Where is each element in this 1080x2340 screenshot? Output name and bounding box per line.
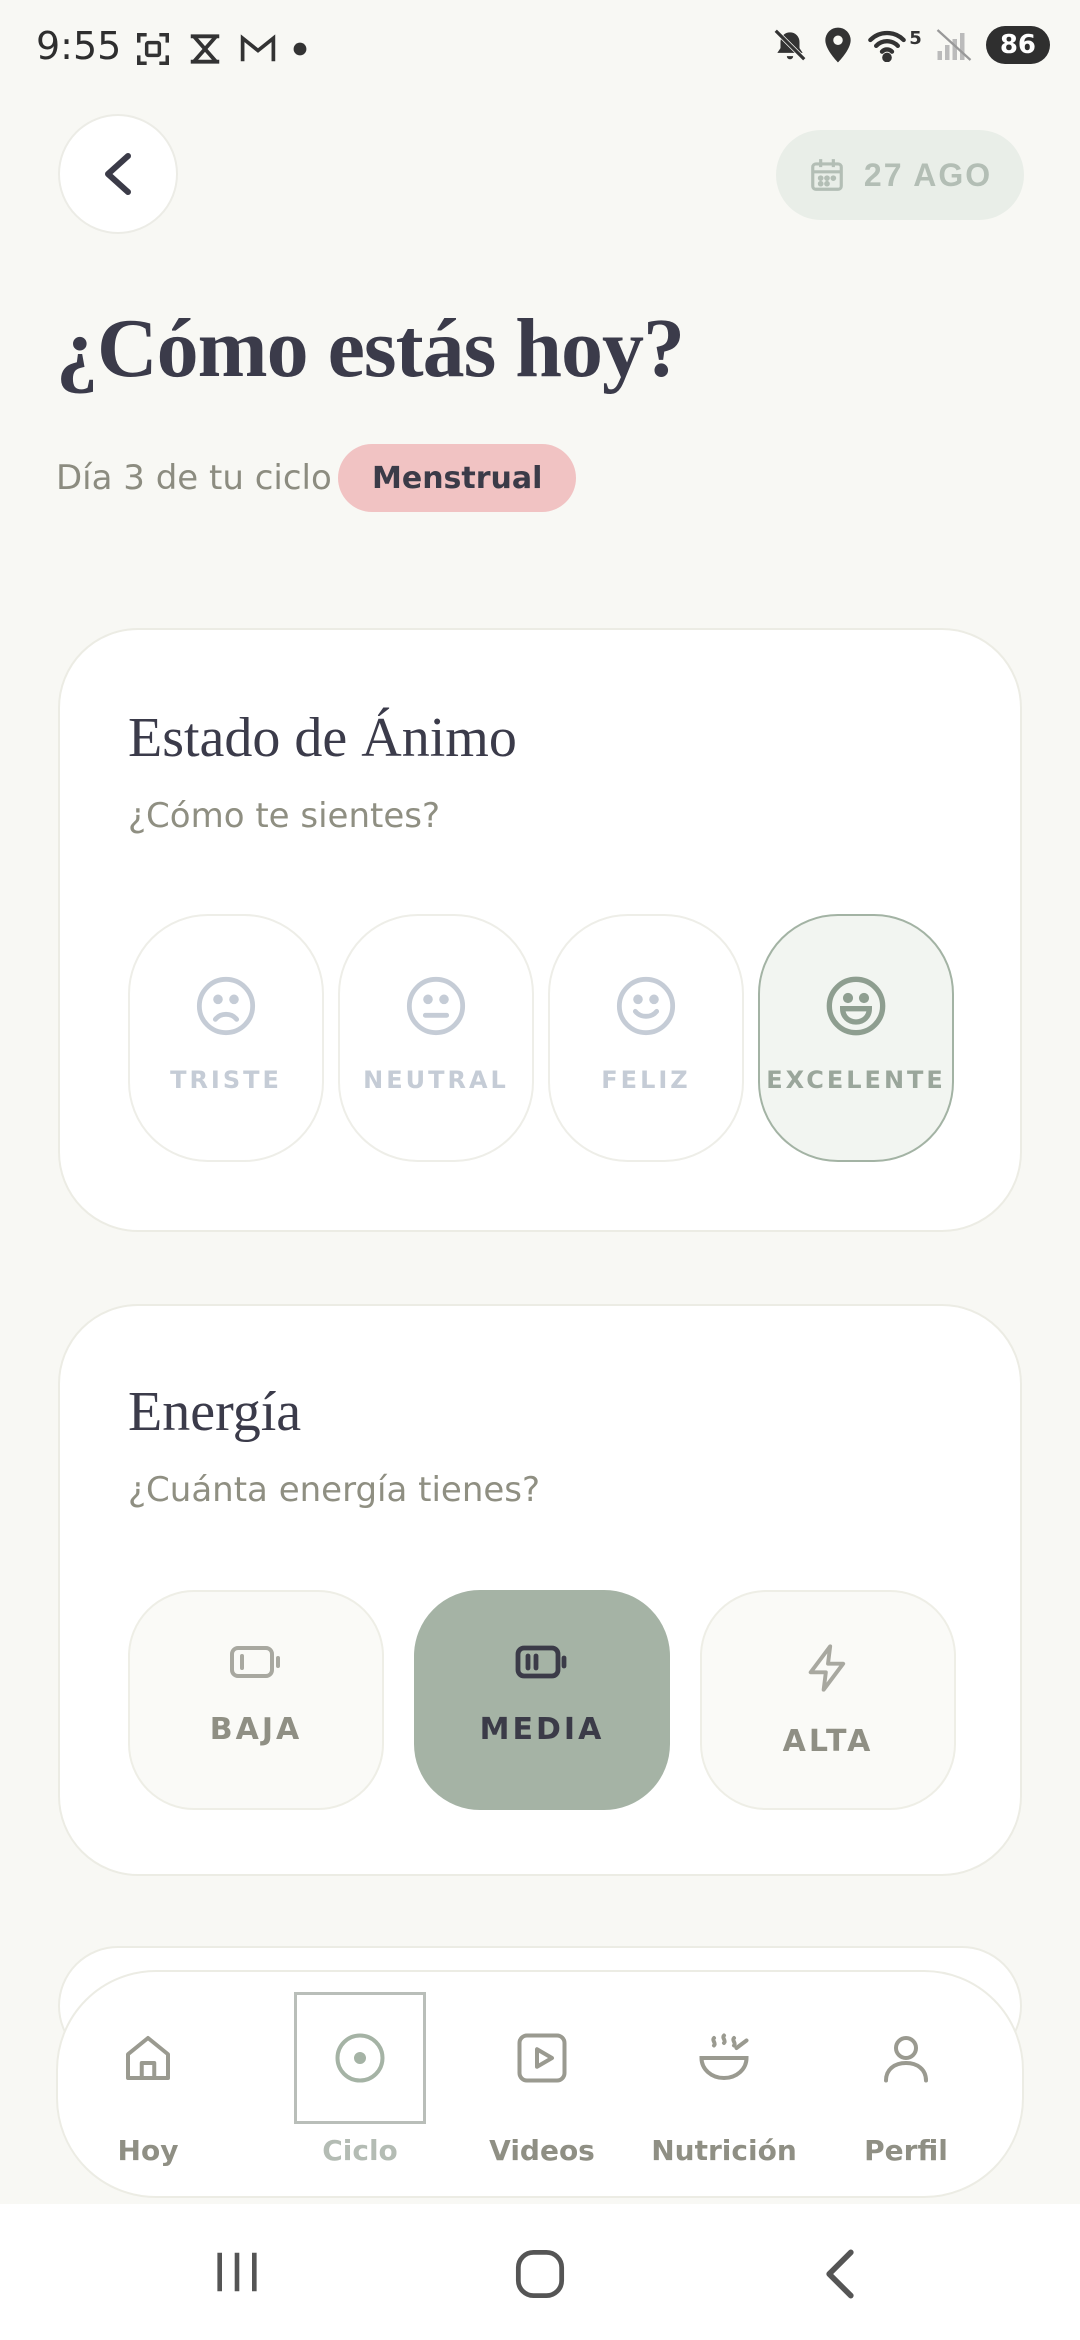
mood-option-feliz[interactable]: FELIZ xyxy=(548,914,744,1162)
neutral-face-icon xyxy=(406,976,466,1036)
status-right: 5 86 xyxy=(771,26,1050,64)
energy-card: Energía ¿Cuánta energía tienes? BAJA MED… xyxy=(58,1304,1022,1876)
nav-item-hoy[interactable]: Hoy xyxy=(58,1972,238,2200)
nav-item-ciclo[interactable]: Ciclo xyxy=(270,1972,450,2200)
phase-badge: Menstrual xyxy=(338,444,577,512)
nav-label: Hoy xyxy=(117,2134,179,2167)
video-icon xyxy=(517,2033,567,2083)
status-bar: 9:55 5 86 xyxy=(0,0,1080,100)
status-time: 9:55 xyxy=(36,24,122,68)
system-nav-bar xyxy=(0,2204,1080,2340)
home-button-icon[interactable] xyxy=(514,2248,566,2300)
energy-label: BAJA xyxy=(209,1712,303,1747)
gmail-icon xyxy=(240,34,276,62)
nav-item-nutricion[interactable]: Nutrición xyxy=(634,1972,814,2200)
nav-item-perfil[interactable]: Perfil xyxy=(816,1972,996,2200)
battery-indicator: 86 xyxy=(985,26,1050,64)
date-selector-button[interactable]: 27 AGO xyxy=(776,130,1024,220)
home-icon xyxy=(126,2036,170,2080)
bowl-icon xyxy=(699,2033,749,2081)
nav-label: Nutrición xyxy=(651,2134,797,2167)
lightning-icon xyxy=(808,1644,846,1692)
notification-icons xyxy=(134,30,308,68)
nav-label: Videos xyxy=(489,2134,595,2167)
happy-face-icon xyxy=(616,976,676,1036)
grinning-face-icon xyxy=(826,976,886,1036)
page-title: ¿Cómo estás hoy? xyxy=(56,302,685,395)
signal-icon xyxy=(936,29,972,61)
nav-label: Ciclo xyxy=(322,2134,398,2167)
cycle-icon xyxy=(335,2033,385,2083)
energy-label: ALTA xyxy=(782,1724,874,1759)
mood-option-triste[interactable]: TRISTE xyxy=(128,914,324,1162)
mood-label: FELIZ xyxy=(601,1066,691,1094)
bottom-nav: Hoy Ciclo Videos Nutrición Perfil xyxy=(56,1970,1024,2198)
energy-option-baja[interactable]: BAJA xyxy=(128,1590,384,1810)
network-type: 5 xyxy=(909,28,922,49)
back-nav-icon[interactable] xyxy=(820,2248,860,2300)
cycle-day-label: Día 3 de tu ciclo xyxy=(56,458,332,498)
wifi-indicator: 5 xyxy=(867,28,922,62)
battery-medium-icon xyxy=(515,1645,567,1679)
app-x-icon xyxy=(190,34,220,64)
screen: 9:55 5 86 27 AGO ¿Cómo estás hoy? Día 3 … xyxy=(0,0,1080,2340)
energy-label: MEDIA xyxy=(479,1712,605,1747)
energy-subtitle: ¿Cuánta energía tienes? xyxy=(128,1470,541,1510)
recent-apps-icon[interactable] xyxy=(212,2248,262,2296)
chevron-left-icon xyxy=(105,153,131,195)
sad-face-icon xyxy=(196,976,256,1036)
person-icon xyxy=(884,2036,928,2083)
energy-option-media[interactable]: MEDIA xyxy=(414,1590,670,1810)
nav-label: Perfil xyxy=(864,2134,948,2167)
nav-item-videos[interactable]: Videos xyxy=(452,1972,632,2200)
mood-card: Estado de Ánimo ¿Cómo te sientes? TRISTE… xyxy=(58,628,1022,1232)
mood-option-neutral[interactable]: NEUTRAL xyxy=(338,914,534,1162)
energy-option-alta[interactable]: ALTA xyxy=(700,1590,956,1810)
wifi-icon xyxy=(868,30,907,62)
energy-title: Energía xyxy=(128,1381,302,1443)
location-icon xyxy=(825,27,851,63)
mood-subtitle: ¿Cómo te sientes? xyxy=(128,796,441,836)
mood-title: Estado de Ánimo xyxy=(128,707,517,769)
mood-label: EXCELENTE xyxy=(766,1066,946,1094)
date-label: 27 AGO xyxy=(863,156,993,193)
mute-icon xyxy=(774,29,807,61)
back-button[interactable] xyxy=(58,114,178,234)
mood-label: NEUTRAL xyxy=(363,1066,509,1094)
dot-icon xyxy=(293,42,307,56)
calendar-icon xyxy=(811,159,843,191)
screenshot-icon xyxy=(137,33,169,65)
mood-option-excelente[interactable]: EXCELENTE xyxy=(758,914,954,1162)
battery-low-icon xyxy=(230,1646,280,1678)
mood-label: TRISTE xyxy=(170,1066,282,1094)
